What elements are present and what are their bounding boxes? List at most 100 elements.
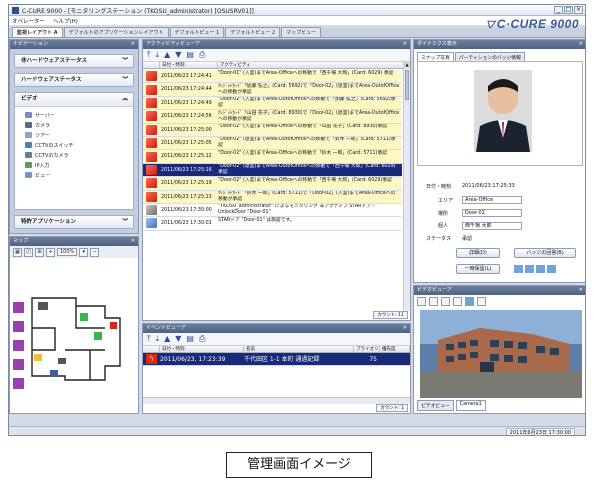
- pin-icon[interactable]: ✕: [131, 237, 135, 246]
- move-bottom-icon[interactable]: ⤓: [156, 50, 160, 60]
- nav-item-views[interactable]: ビュー: [15, 170, 133, 180]
- column-header-activity[interactable]: アクティビティ: [218, 62, 410, 68]
- activity-row[interactable]: 2011/06/23 17:25:12 "Door-02" (入室)までArea-…: [143, 150, 402, 164]
- pin-icon[interactable]: ✕: [403, 324, 407, 333]
- first-icon[interactable]: [514, 265, 523, 273]
- minimize-button[interactable]: _: [554, 6, 563, 14]
- video-layout-icon[interactable]: [429, 297, 438, 306]
- activity-text: "Door-02" (入室)までArea-Officeへの移動で「山田 花子」(…: [218, 124, 388, 130]
- map-fit-icon[interactable]: ◰: [24, 247, 33, 257]
- tab-default-view-2[interactable]: デフォルトビュー 2: [225, 27, 281, 37]
- menu-item-help[interactable]: ヘルプ(H): [53, 17, 78, 25]
- activity-row[interactable]: 2011/06/23 17:25:16 "Door-02" (退室)までArea-…: [143, 163, 402, 178]
- tab-map-view[interactable]: マップビュー: [281, 27, 322, 37]
- activity-row[interactable]: 2011/06/23 17:24:41 "Door-01" (入室)までArea-…: [143, 70, 402, 84]
- video-layout-icon[interactable]: [441, 297, 450, 306]
- pin-icon[interactable]: ✕: [403, 40, 407, 49]
- nav-section-applications[interactable]: 特許アプリケーション ︾: [14, 215, 134, 229]
- video-save-icon[interactable]: [465, 297, 474, 306]
- nav-item-cctv-switch[interactable]: CCTVのスイッチ: [15, 140, 133, 150]
- photo-frame: [417, 61, 583, 166]
- access-event-icon: [146, 151, 157, 162]
- column-header-date[interactable]: 日付・時刻: [160, 62, 218, 68]
- last-icon[interactable]: [547, 265, 556, 273]
- video-layout-icon[interactable]: [417, 297, 426, 306]
- move-top-icon[interactable]: ⤒: [147, 50, 151, 60]
- scroll-thumb[interactable]: [405, 70, 409, 100]
- event-row[interactable]: ϟ 2011/06/23, 17:23:39 千代田区 1-1 本町 通過記録 …: [143, 353, 410, 366]
- tab-default-view-1[interactable]: デフォルトビュー 1: [169, 27, 225, 37]
- column-header-rank[interactable]: 優先度: [380, 346, 410, 352]
- column-header-icon[interactable]: [143, 62, 160, 68]
- access-event-icon: [146, 178, 157, 189]
- event-hscrollbar[interactable]: [143, 397, 410, 404]
- filter-icon[interactable]: ▤: [186, 50, 194, 60]
- cctv-switch-icon: [25, 142, 32, 148]
- prev-icon[interactable]: [525, 265, 534, 273]
- activity-row[interactable]: 2011/06/23 17:25:00 "Door-02" (入室)までArea-…: [143, 123, 402, 137]
- column-header-date[interactable]: 日付・時刻: [160, 346, 244, 352]
- move-up-icon[interactable]: ▲: [164, 334, 170, 344]
- move-down-icon[interactable]: ▼: [175, 334, 181, 344]
- move-top-icon[interactable]: ⤒: [147, 334, 151, 344]
- next-icon[interactable]: [536, 265, 545, 273]
- column-header-priority[interactable]: プライオリティ: [354, 346, 380, 352]
- video-layout-icon[interactable]: [453, 297, 462, 306]
- scroll-up-icon[interactable]: ▲: [404, 62, 410, 68]
- close-button[interactable]: ×: [574, 6, 583, 14]
- camera-feed[interactable]: [420, 310, 582, 398]
- door-alarm-icon: [13, 340, 24, 351]
- map-grid-icon[interactable]: ⊞: [35, 247, 44, 257]
- column-header-icon[interactable]: [143, 346, 160, 352]
- activity-date: 2011/06/23 17:30:00: [161, 207, 212, 213]
- activity-row[interactable]: 2011/06/23 17:24:56 ｸﾚｼﾞｯﾄｶｰﾄﾞ「山田 花子」(Car…: [143, 110, 402, 124]
- move-down-icon[interactable]: ▼: [175, 50, 181, 60]
- pin-icon[interactable]: ✕: [579, 286, 583, 295]
- nav-item-servers[interactable]: サーバー: [15, 110, 133, 120]
- tab-monitor-layout-a[interactable]: 監視レイアウト A: [12, 27, 63, 37]
- nav-section-label: ハードウェアステータス: [21, 77, 82, 83]
- map-view-icon[interactable]: ▦: [13, 247, 22, 257]
- pin-icon[interactable]: ✕: [579, 40, 583, 49]
- activity-row[interactable]: 2011/06/23 17:30:01 STARドア "Door-01" は施錠で…: [143, 217, 402, 231]
- tab-default-app-layout[interactable]: デフォルトのアプリケーションレイアウト: [63, 27, 169, 37]
- activity-icon-cell: [143, 164, 160, 176]
- maximize-button[interactable]: □: [564, 6, 573, 14]
- tab-video-view[interactable]: ビデオビュー: [417, 400, 454, 411]
- print-icon[interactable]: ⎙: [199, 334, 205, 344]
- badge-answer-button[interactable]: バッジの回答(B): [514, 248, 576, 258]
- nav-section-non-hardware-status[interactable]: 非ハードウェアステータス ︾: [14, 54, 134, 68]
- activity-row[interactable]: 2011/06/23 17:24:49 "Door-02" (入室)までArea-…: [143, 96, 402, 111]
- activity-row[interactable]: 2011/06/23 17:25:05 "Door-02" (退室)までArea-…: [143, 136, 402, 151]
- nav-item-cctv-camera[interactable]: CCTVのカメラ: [15, 150, 133, 160]
- tab-camera1[interactable]: Camera1: [455, 400, 486, 411]
- nav-video-header[interactable]: ビデオ ︽: [15, 93, 133, 107]
- activity-row[interactable]: 2011/06/23 17:25:19 "Door-02" (入室)までArea-…: [143, 177, 402, 191]
- hold-button[interactable]: 一時保留(L): [456, 264, 500, 274]
- activity-icon-cell: [143, 110, 160, 122]
- activity-row[interactable]: 2011/06/23 17:25:23 ｸﾚｼﾞｯﾄｶｰﾄﾞ「鈴木 一郎」(Car…: [143, 190, 402, 204]
- activity-scrollbar[interactable]: ▲: [403, 62, 410, 311]
- column-header-name[interactable]: 名前: [244, 346, 354, 352]
- nav-item-cameras[interactable]: カメラ: [15, 120, 133, 130]
- nav-item-ip-input[interactable]: IP入力: [15, 160, 133, 170]
- zoom-dropdown-icon[interactable]: ▾: [79, 247, 89, 257]
- move-up-icon[interactable]: ▲: [164, 50, 170, 60]
- zoom-level[interactable]: 100%: [57, 248, 78, 256]
- filter-icon[interactable]: ▤: [186, 334, 194, 344]
- map-canvas[interactable]: [10, 258, 138, 413]
- pin-icon[interactable]: ✕: [131, 40, 135, 49]
- print-icon[interactable]: ⎙: [199, 50, 205, 60]
- nav-section-hardware-status[interactable]: ハードウェアステータス ︾: [14, 73, 134, 87]
- activity-row[interactable]: 2011/06/23 17:24:44 ｸﾚｼﾞｯﾄｶｰﾄﾞ「加藤 弘之」(Car…: [143, 83, 402, 97]
- zoom-in-icon[interactable]: +: [46, 247, 55, 257]
- move-bottom-icon[interactable]: ⤓: [156, 334, 160, 344]
- window-controls: _ □ ×: [554, 6, 583, 14]
- zoom-out-icon[interactable]: −: [90, 247, 100, 257]
- nav-item-tours[interactable]: ツアー: [15, 130, 133, 140]
- video-settings-icon[interactable]: [477, 297, 486, 306]
- menu-item-operator[interactable]: オペレーター: [12, 17, 45, 25]
- activity-row[interactable]: 2011/06/23 17:30:00 "TKOSU_administrator"…: [143, 203, 402, 218]
- activity-column-headers: 日付・時刻 アクティビティ: [143, 62, 410, 69]
- details-button[interactable]: 詳細(D): [456, 248, 500, 258]
